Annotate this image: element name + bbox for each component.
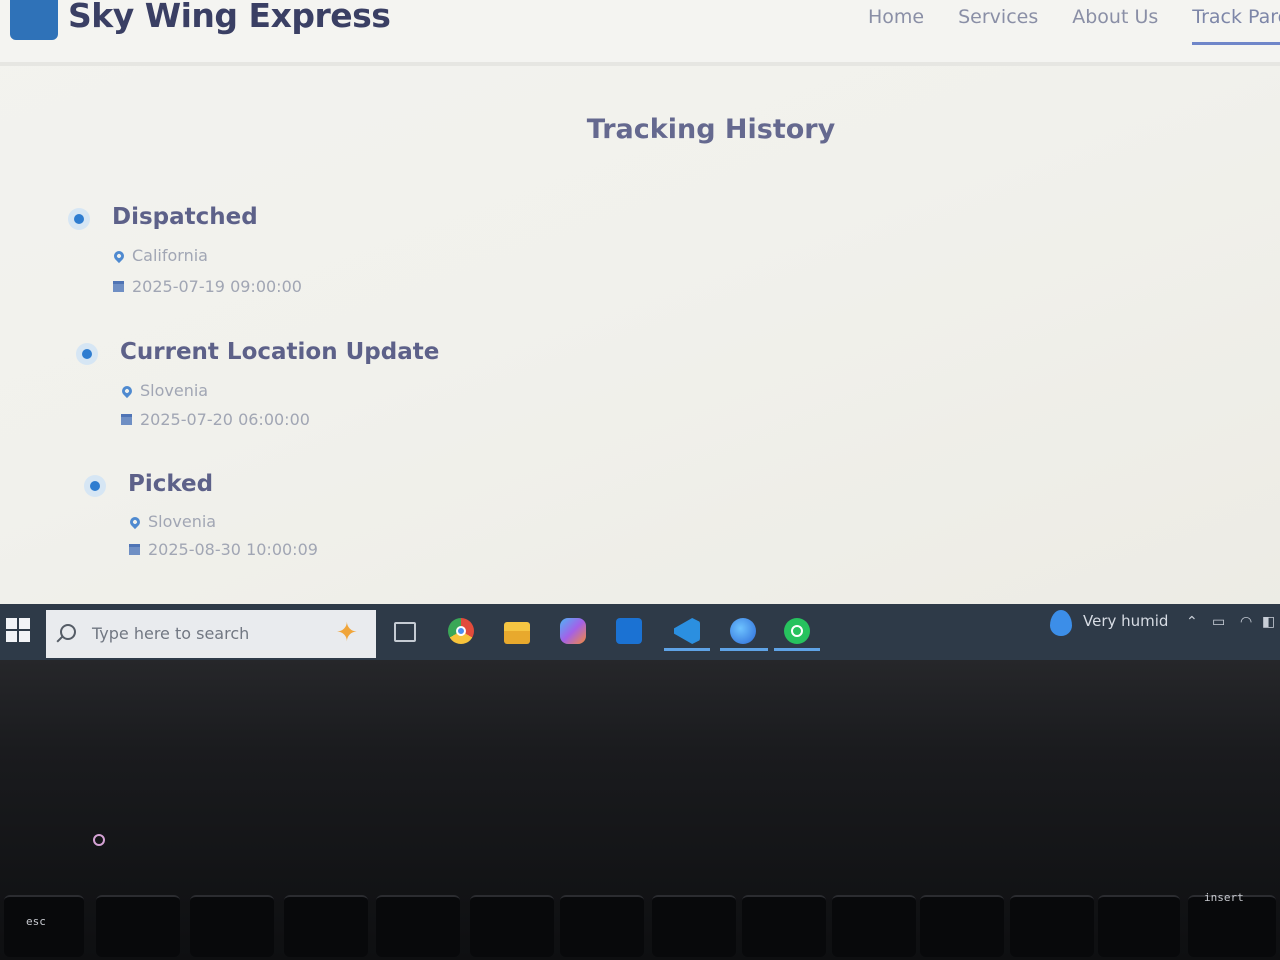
running-indicator — [774, 648, 820, 651]
location-pin-icon — [127, 514, 143, 529]
event-datetime-text: 2025-08-30 10:00:09 — [148, 540, 318, 559]
nav-services[interactable]: Services — [958, 6, 1038, 45]
key-insert-label: insert — [1204, 891, 1244, 904]
task-view-icon[interactable] — [394, 622, 416, 642]
windows-start-icon[interactable] — [6, 618, 30, 642]
humidity-drop-icon[interactable] — [1050, 610, 1072, 636]
event-datetime: 2025-07-20 06:00:00 — [120, 410, 310, 429]
timeline-dot-icon — [76, 343, 98, 365]
chevron-up-icon[interactable]: ⌃ — [1186, 614, 1198, 630]
running-indicator — [720, 648, 768, 651]
running-indicator — [664, 648, 710, 651]
nav-home[interactable]: Home — [868, 6, 924, 45]
keyboard-key[interactable] — [190, 895, 274, 957]
search-icon — [60, 624, 76, 640]
keyboard-key[interactable] — [832, 895, 916, 957]
logo-icon[interactable] — [10, 0, 58, 40]
event-datetime: 2025-08-30 10:00:09 — [128, 540, 318, 559]
site-header: Sky Wing Express Home Services About Us … — [0, 0, 1280, 66]
key-esc-label: esc — [26, 915, 46, 928]
keyboard-key[interactable] — [284, 895, 368, 957]
calendar-icon — [113, 281, 124, 292]
keyboard-key[interactable] — [742, 895, 826, 957]
nav-about-us[interactable]: About Us — [1072, 6, 1158, 45]
battery-icon[interactable]: ▭ — [1212, 614, 1225, 630]
event-location: California — [111, 246, 208, 265]
keyboard-key[interactable] — [470, 895, 554, 957]
event-status: Dispatched — [112, 204, 258, 230]
key-insert[interactable]: insert — [1188, 891, 1276, 957]
keyboard-key[interactable] — [376, 895, 460, 957]
event-location-text: Slovenia — [140, 381, 209, 400]
sparkle-icon: ✦ — [336, 618, 358, 648]
event-location: Slovenia — [119, 381, 209, 400]
keyboard-key[interactable] — [652, 895, 736, 957]
windows-taskbar: Type here to search ✦ Very humid ⌃ ▭ ◠ ◧ — [0, 604, 1280, 660]
calendar-icon — [129, 544, 140, 555]
event-location: Slovenia — [127, 512, 217, 531]
wifi-icon[interactable]: ◠ — [1240, 614, 1252, 630]
location-pin-icon — [111, 248, 127, 263]
event-status: Picked — [128, 471, 214, 497]
event-status: Current Location Update — [120, 339, 440, 365]
keyboard-key[interactable] — [560, 895, 644, 957]
timeline-dot-icon — [68, 208, 90, 230]
copilot-icon[interactable] — [560, 618, 586, 644]
keyboard-key[interactable] — [96, 895, 180, 957]
main-nav: Home Services About Us Track Parce — [868, 6, 1280, 45]
keyboard-key[interactable] — [1098, 895, 1180, 957]
brand-name[interactable]: Sky Wing Express — [68, 0, 391, 35]
calendar-icon — [121, 414, 132, 425]
outlook-icon[interactable] — [616, 618, 642, 644]
nav-track-parcel[interactable]: Track Parce — [1192, 6, 1280, 45]
power-icon[interactable] — [93, 834, 105, 846]
key-esc[interactable]: esc — [4, 895, 84, 957]
search-placeholder: Type here to search — [92, 624, 250, 643]
vscode-icon[interactable] — [674, 618, 700, 644]
volume-icon[interactable]: ◧ — [1262, 614, 1275, 630]
page-title: Tracking History — [586, 114, 836, 145]
keyboard-key[interactable] — [1010, 895, 1094, 957]
location-pin-icon — [119, 383, 135, 398]
keyboard-key[interactable] — [920, 895, 1004, 957]
chrome-icon[interactable] — [448, 618, 474, 644]
weather-status[interactable]: Very humid — [1083, 612, 1168, 630]
event-datetime-text: 2025-07-20 06:00:00 — [140, 410, 310, 429]
whatsapp-icon[interactable] — [784, 618, 810, 644]
browser-page: Sky Wing Express Home Services About Us … — [0, 0, 1280, 660]
taskbar-search-input[interactable]: Type here to search ✦ — [46, 610, 376, 658]
file-explorer-icon[interactable] — [504, 622, 530, 644]
browser-icon[interactable] — [730, 618, 756, 644]
event-location-text: Slovenia — [148, 512, 217, 531]
event-datetime: 2025-07-19 09:00:00 — [112, 277, 302, 296]
event-datetime-text: 2025-07-19 09:00:00 — [132, 277, 302, 296]
event-location-text: California — [132, 246, 208, 265]
timeline-dot-icon — [84, 475, 106, 497]
